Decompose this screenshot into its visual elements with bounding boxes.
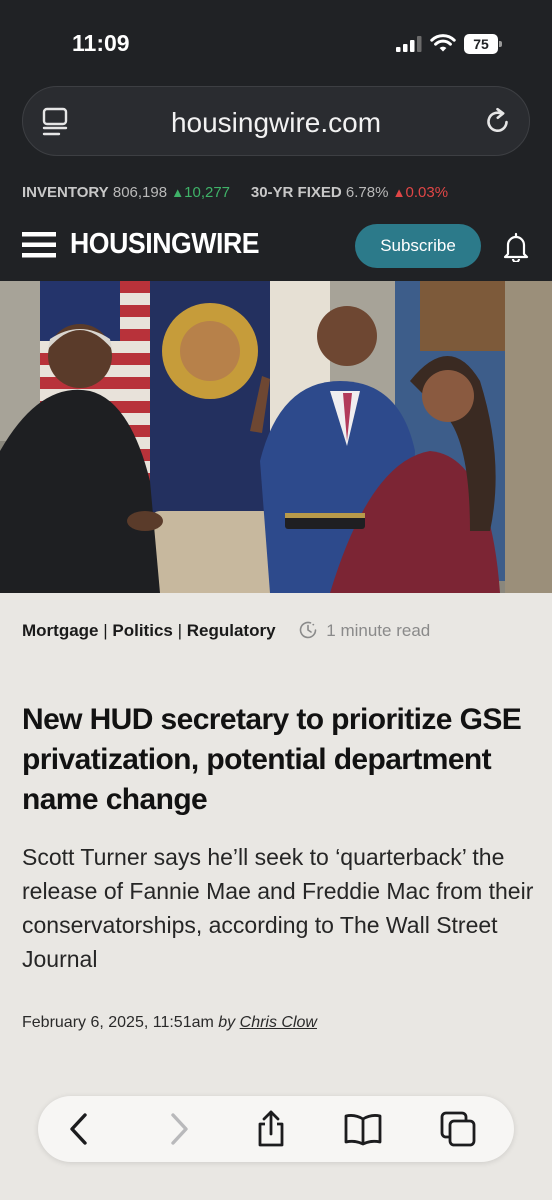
rate-change: 0.03% — [405, 184, 449, 201]
read-time: 1 minute read — [326, 621, 431, 640]
battery-icon: 75 — [464, 34, 502, 54]
clock-icon — [300, 621, 317, 639]
chevron-left-icon[interactable] — [60, 1109, 100, 1149]
article-dek: Scott Turner says he’ll seek to ‘quarter… — [22, 844, 534, 972]
top-chrome: 11:09 75 housingwire.com INVENTORY 806,1… — [0, 0, 552, 281]
category-separator: | — [103, 621, 108, 640]
bell-icon[interactable] — [502, 232, 530, 262]
battery-level: 75 — [464, 34, 498, 54]
chevron-right-icon[interactable] — [158, 1109, 198, 1149]
up-arrow-red-icon: ▲ — [392, 185, 406, 200]
address-bar[interactable]: housingwire.com — [22, 86, 530, 156]
tabs-icon[interactable] — [438, 1109, 478, 1149]
wifi-icon — [430, 34, 456, 52]
subscribe-button[interactable]: Subscribe — [355, 224, 481, 268]
byline-by: by — [218, 1014, 236, 1031]
author-link[interactable]: Chris Clow — [240, 1014, 317, 1031]
hero-photo — [0, 281, 552, 593]
category-separator: | — [177, 621, 183, 640]
byline: February 6, 2025, 11:51am by Chris Clow — [22, 1014, 532, 1032]
category-mortgage[interactable]: Mortgage — [22, 621, 99, 640]
inventory-label: INVENTORY — [22, 184, 109, 201]
cellular-signal-icon — [396, 36, 422, 52]
rate-label: 30-YR FIXED — [250, 184, 342, 201]
hamburger-menu-icon[interactable] — [22, 231, 56, 259]
inventory-change: 10,277 — [184, 184, 231, 201]
browser-toolbar — [38, 1096, 514, 1162]
share-icon[interactable] — [251, 1109, 291, 1149]
url-text[interactable]: housingwire.com — [23, 107, 529, 139]
up-arrow-icon: ▲ — [171, 185, 185, 200]
article-headline: New HUD secretary to prioritize GSE priv… — [22, 703, 522, 816]
rate-value: 6.78% — [345, 184, 389, 201]
article-meta: Mortgage | Politics | Regulatory 1 minut… — [22, 620, 532, 641]
site-logo[interactable]: HOUSINGWIRE — [70, 228, 260, 261]
status-time: 11:09 — [72, 30, 130, 56]
reload-icon[interactable] — [483, 106, 513, 136]
book-icon[interactable] — [343, 1109, 383, 1149]
publish-date: February 6, 2025, 11:51am — [22, 1014, 214, 1031]
inventory-value: 806,198 — [112, 184, 168, 201]
market-ticker: INVENTORY 806,198 ▲10,277 30-YR FIXED 6.… — [22, 184, 542, 201]
category-regulatory[interactable]: Regulatory — [187, 621, 276, 640]
category-politics[interactable]: Politics — [112, 621, 172, 640]
